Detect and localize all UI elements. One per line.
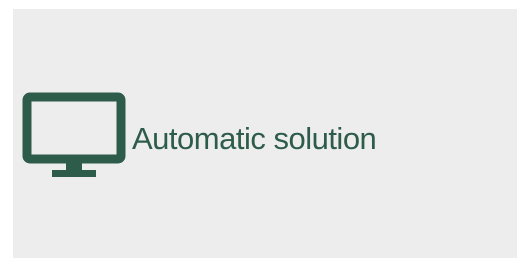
option-label: Automatic solution [132, 121, 377, 156]
monitor-icon [22, 92, 126, 180]
automatic-solution-option[interactable]: Automatic solution [22, 92, 377, 180]
option-card[interactable]: Automatic solution [13, 9, 517, 258]
